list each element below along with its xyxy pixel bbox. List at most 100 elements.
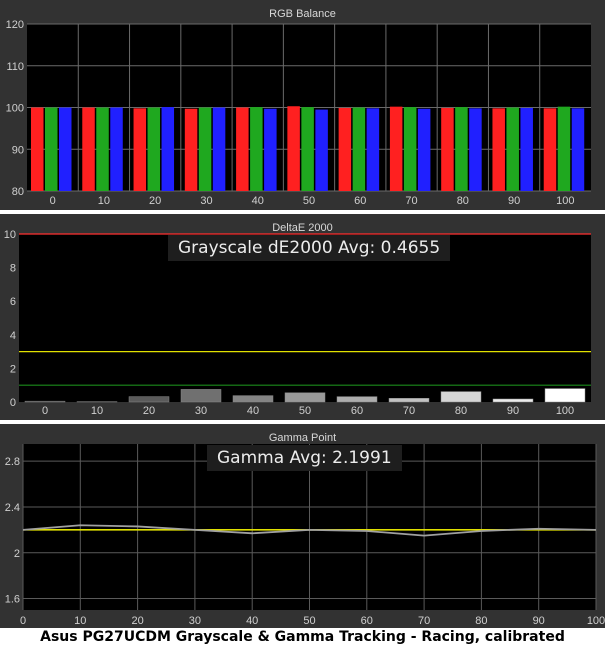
rgb-bar [161,107,175,191]
y-tick-label: 8 [10,263,16,275]
y-tick-label: 80 [12,186,24,198]
rgb-bar [31,107,44,191]
gamma-average: Gamma Avg: 2.1991 [207,445,402,471]
deltae-bar [544,388,586,403]
rgb-bar [543,108,557,191]
y-tick-label: 2 [10,363,16,375]
rgb-bar [184,108,198,191]
rgb-bar [338,107,352,191]
x-tick-label: 10 [91,405,103,417]
y-tick-label: 2.4 [5,502,20,514]
rgb-bar [389,106,403,191]
y-tick-label: 2.8 [5,456,20,468]
deltae-bar [24,400,66,403]
y-tick-label: 4 [10,330,16,342]
rgb-bar [82,107,95,191]
x-tick-label: 80 [455,405,467,417]
deltae-panel: 0 2 4 6 8 10 0 10 20 30 40 50 60 70 80 90 100 DeltaE 200… [0,214,605,420]
x-tick-label: 70 [403,405,415,417]
rgb-bar [441,107,454,191]
y-tick-label: 120 [6,19,24,31]
x-tick-label: 10 [98,195,110,207]
rgb-bar [236,107,249,191]
x-tick-label: 70 [405,195,417,207]
x-tick-label: 40 [252,195,264,207]
figure-caption: Asus PG27UCDM Grayscale & Gamma Tracking… [40,629,565,645]
rgb-bar [315,109,328,191]
rgb-bar [506,107,519,191]
y-tick-label: 0 [10,397,16,409]
x-tick-label: 90 [507,405,519,417]
rgb-balance-title: RGB Balance [269,8,336,20]
rgb-bar [571,108,585,191]
x-tick-label: 30 [195,405,207,417]
rgb-bar [455,107,468,191]
x-tick-label: 60 [354,195,366,207]
rgb-balance-chart: 80 90 100 110 120 0 10 20 30 40 50 60 70 80 90 100 [6,19,591,207]
rgb-bar [492,108,505,191]
x-tick-label: 50 [303,615,315,627]
y-tick-label: 1.6 [5,594,20,606]
x-tick-label: 20 [143,405,155,417]
x-tick-label: 90 [508,195,520,207]
x-tick-label: 0 [50,195,56,207]
x-tick-label: 60 [361,615,373,627]
rgb-bar [301,107,314,191]
gamma-title: Gamma Point [268,432,337,444]
rgb-bar [133,108,147,191]
x-tick-label: 30 [200,195,212,207]
y-tick-label: 2 [14,548,20,560]
rgb-bar [352,107,366,191]
rgb-bar [417,108,431,191]
x-tick-label: 80 [457,195,469,207]
rgb-bar [59,107,72,191]
rgb-bar [250,107,263,191]
rgb-bar [469,108,482,191]
x-tick-label: 10 [74,615,86,627]
x-tick-label: 20 [149,195,161,207]
deltae-bar [440,391,482,403]
x-tick-label: 50 [303,195,315,207]
x-tick-label: 60 [351,405,363,417]
deltae-title: DeltaE 2000 [272,222,333,234]
rgb-bar [366,108,380,191]
rgb-bar [287,106,300,191]
x-tick-label: 30 [189,615,201,627]
x-tick-label: 100 [556,405,574,417]
x-tick-label: 70 [418,615,430,627]
rgb-bar [403,107,417,191]
gamma-panel: 0 10 20 30 40 50 60 70 80 90 100 1.6 2 2.4 2.8 Gamma P… [0,424,605,628]
rgb-bar [557,106,571,191]
x-tick-label: 90 [533,615,545,627]
x-tick-label: 100 [587,615,605,627]
rgb-balance-panel: 80 90 100 110 120 0 10 20 30 40 50 60 70 80 90 100 RGB … [0,0,605,210]
rgb-bar [45,107,58,191]
deltae-bar [388,398,430,403]
deltae-bar [284,392,326,403]
x-tick-label: 40 [246,615,258,627]
x-tick-label: 50 [299,405,311,417]
rgb-bar [212,107,226,191]
y-tick-label: 90 [12,144,24,156]
rgb-bar [147,107,161,191]
deltae-bar [336,396,378,403]
deltae-bar [128,396,170,403]
x-tick-label: 0 [42,405,48,417]
y-tick-label: 6 [10,296,16,308]
rgb-bar [96,107,109,191]
y-tick-label: 100 [6,103,24,115]
y-tick-label: 110 [6,61,24,73]
deltae-bar [232,395,274,403]
rgb-bar [264,108,277,191]
x-tick-label: 40 [247,405,259,417]
rgb-bar [110,107,123,191]
x-tick-label: 20 [131,615,143,627]
x-tick-label: 80 [475,615,487,627]
deltae-bar [180,389,222,403]
rgb-bar [520,107,533,191]
x-tick-label: 100 [556,195,574,207]
rgb-bar [198,107,212,191]
grayscale-de-average: Grayscale dE2000 Avg: 0.4655 [168,235,451,261]
x-tick-label: 0 [20,615,26,627]
deltae-bar [492,398,534,403]
